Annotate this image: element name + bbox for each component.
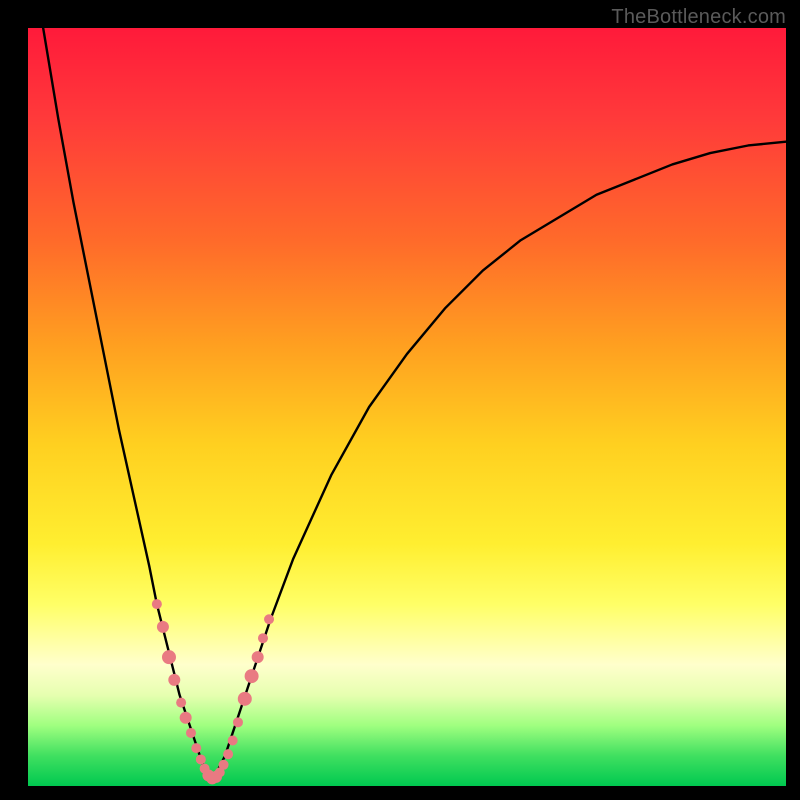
- marker-point: [264, 614, 274, 624]
- curve-left-branch: [43, 28, 210, 778]
- marker-point: [186, 728, 196, 738]
- marker-point: [157, 621, 169, 633]
- marker-point: [152, 599, 162, 609]
- marker-point: [162, 650, 176, 664]
- marker-point: [228, 736, 238, 746]
- marker-point: [238, 692, 252, 706]
- marker-point: [252, 651, 264, 663]
- marker-point: [176, 698, 186, 708]
- marker-point: [245, 669, 259, 683]
- marker-point: [219, 760, 229, 770]
- curve-right-branch: [210, 142, 786, 779]
- marker-point: [168, 674, 180, 686]
- marker-point: [191, 743, 201, 753]
- outer-frame: TheBottleneck.com: [0, 0, 800, 800]
- marker-point: [180, 712, 192, 724]
- marker-point: [223, 749, 233, 759]
- marker-point: [196, 754, 206, 764]
- marker-point: [258, 633, 268, 643]
- chart-svg: [0, 0, 800, 800]
- marker-point: [233, 717, 243, 727]
